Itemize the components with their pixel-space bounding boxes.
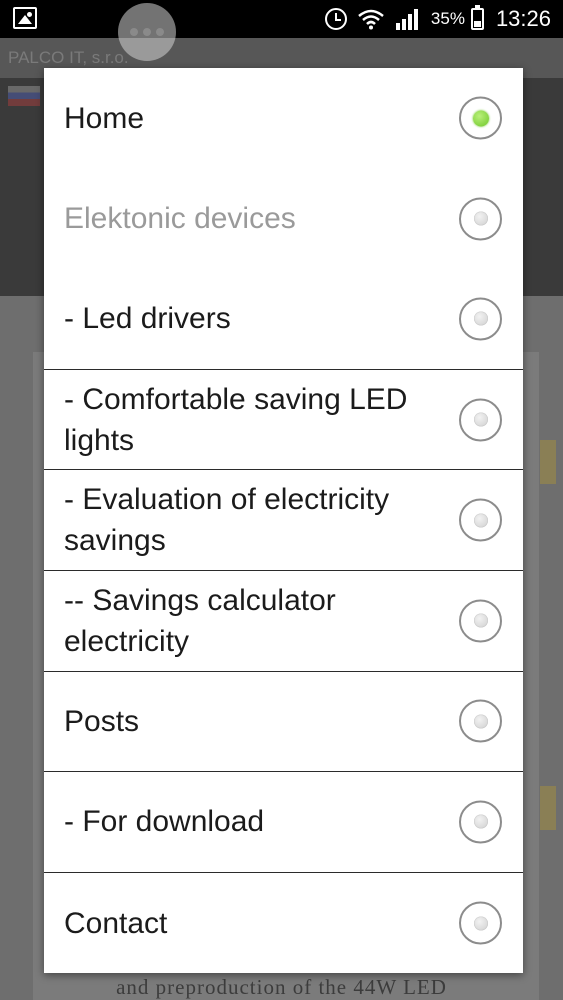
gallery-notification-icon bbox=[13, 7, 37, 29]
radio-dot bbox=[473, 513, 488, 528]
option-label: Elektonic devices bbox=[64, 202, 296, 236]
signal-icon bbox=[395, 9, 418, 30]
content-image-edge bbox=[540, 786, 556, 830]
content-text: and preproduction of the 44W LED bbox=[116, 975, 447, 999]
option-posts[interactable]: Posts bbox=[44, 672, 523, 773]
battery-percentage: 35% bbox=[430, 9, 465, 28]
radio-button bbox=[459, 197, 502, 241]
radio-button[interactable] bbox=[459, 297, 502, 341]
option-label: Posts bbox=[64, 704, 140, 738]
wifi-icon bbox=[358, 9, 384, 30]
option-label: Home bbox=[64, 101, 145, 135]
option-label: -- Savings calculator electricity bbox=[64, 583, 336, 658]
option-led-drivers[interactable]: - Led drivers bbox=[44, 269, 523, 370]
radio-button[interactable] bbox=[459, 96, 502, 140]
option-home[interactable]: Home bbox=[44, 68, 523, 169]
radio-button[interactable] bbox=[459, 398, 502, 442]
overflow-menu-icon[interactable] bbox=[118, 3, 176, 61]
option-savings-calculator-electricity[interactable]: -- Savings calculator electricity bbox=[44, 571, 523, 672]
radio-button[interactable] bbox=[459, 800, 502, 844]
content-image-edge bbox=[540, 440, 556, 484]
option-label: - Evaluation of electricity savings bbox=[64, 483, 390, 558]
radio-dot bbox=[473, 714, 488, 729]
radio-dot bbox=[473, 814, 488, 829]
navigation-dialog: Home Elektonic devices - Led drivers - C… bbox=[44, 68, 523, 973]
alarm-icon bbox=[324, 8, 347, 30]
option-for-download[interactable]: - For download bbox=[44, 772, 523, 873]
option-label: - Led drivers bbox=[64, 302, 231, 336]
option-contact[interactable]: Contact bbox=[44, 873, 523, 973]
option-elektonic-devices: Elektonic devices bbox=[44, 169, 523, 270]
radio-selected-dot bbox=[472, 110, 489, 127]
option-label: Contact bbox=[64, 906, 168, 940]
radio-dot bbox=[473, 613, 488, 628]
option-label: - Comfortable saving LED lights bbox=[64, 382, 408, 457]
radio-button[interactable] bbox=[459, 498, 502, 542]
radio-button[interactable] bbox=[459, 599, 502, 643]
app-title: PALCO IT, s.r.o. bbox=[8, 48, 129, 67]
radio-dot bbox=[473, 412, 488, 427]
option-label: - For download bbox=[64, 805, 265, 839]
status-bar: 35% 13:26 bbox=[0, 0, 563, 38]
radio-dot bbox=[473, 311, 488, 326]
option-evaluation-of-electricity-savings[interactable]: - Evaluation of electricity savings bbox=[44, 470, 523, 571]
clock: 13:26 bbox=[495, 6, 551, 31]
slovak-flag-icon bbox=[8, 86, 40, 106]
radio-dot bbox=[473, 211, 488, 226]
battery-icon bbox=[470, 5, 484, 30]
radio-dot bbox=[473, 916, 488, 931]
radio-button[interactable] bbox=[459, 901, 502, 945]
radio-button[interactable] bbox=[459, 699, 502, 743]
option-comfortable-saving-led-lights[interactable]: - Comfortable saving LED lights bbox=[44, 370, 523, 471]
